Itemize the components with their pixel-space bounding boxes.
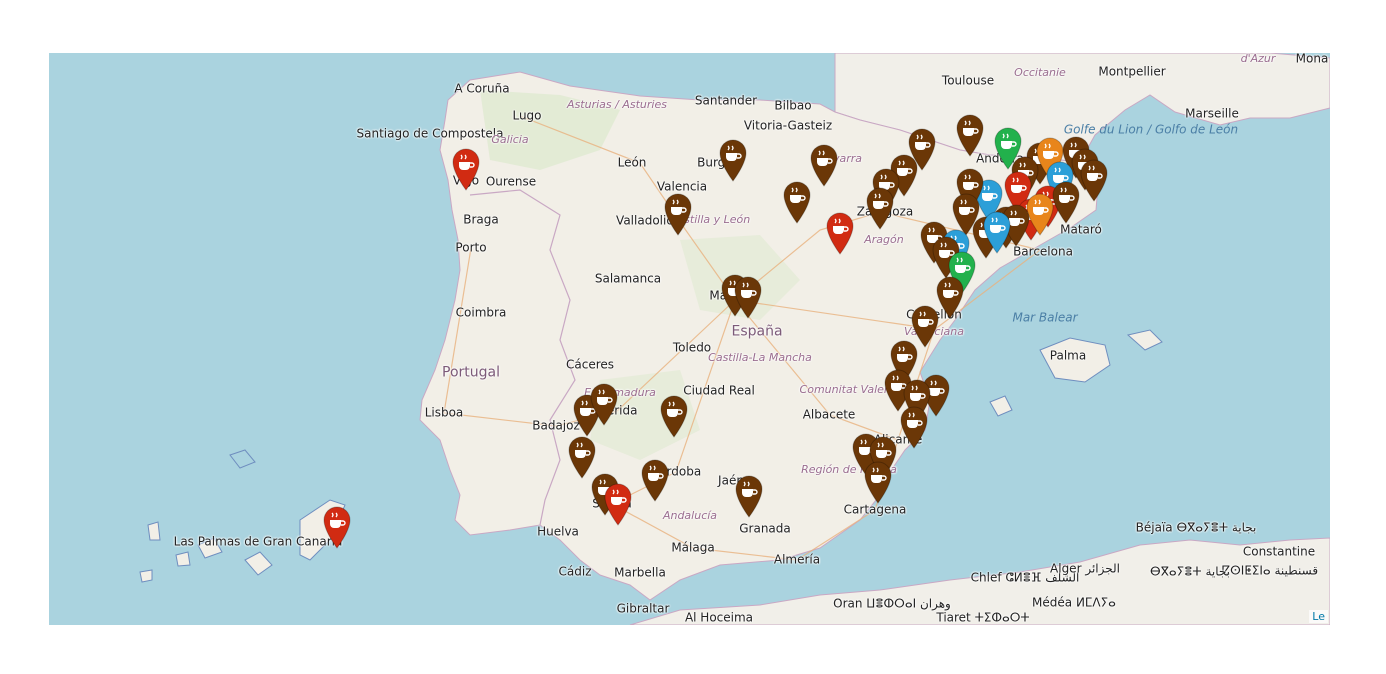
coffee-marker-icon[interactable]	[809, 143, 839, 187]
map-label: Montpellier	[1098, 64, 1166, 79]
coffee-marker-icon[interactable]	[955, 113, 985, 157]
map-label: Santiago de Compostela	[356, 126, 504, 141]
map-label: Alger الجزائر	[1050, 561, 1120, 576]
map-label: Asturias / Asturies	[567, 97, 667, 111]
map-label: León	[617, 155, 647, 170]
map-label: ⵇⵙⵏⵟⵉⵏⴰ قسنطينة	[1221, 563, 1319, 578]
coffee-marker-icon[interactable]	[663, 192, 693, 236]
map-label: Las Palmas de Gran Canaria	[173, 534, 343, 549]
coffee-marker-icon[interactable]	[640, 458, 670, 502]
coffee-marker-icon[interactable]	[825, 211, 855, 255]
map-label: d'Azur	[1240, 53, 1276, 65]
map-label: Cartagena	[843, 502, 907, 517]
map-label: Toulouse	[941, 73, 995, 88]
map-label: Portugal	[442, 364, 500, 381]
map-label: ⴱⴳⴰⵢⴻⵜ بجاية	[1150, 564, 1230, 579]
coffee-marker-icon[interactable]	[734, 474, 764, 518]
map-label: Béjaïa ⴱⴳⴰⵢⴻⵜ بجاية	[1135, 520, 1257, 535]
map-label: Vitoria-Gasteiz	[743, 118, 833, 133]
map-label: Almería	[773, 552, 821, 567]
map-label: Constantine	[1242, 544, 1316, 559]
coffee-marker-icon[interactable]	[1079, 158, 1109, 202]
coffee-marker-icon[interactable]	[1051, 180, 1081, 224]
map-label: Granada	[739, 521, 791, 536]
map-label: Mona	[1295, 53, 1329, 66]
map-label: Andalucía	[662, 508, 718, 522]
coffee-marker-icon[interactable]	[865, 186, 895, 230]
coffee-marker-icon[interactable]	[451, 147, 481, 191]
coffee-marker-icon[interactable]	[718, 138, 748, 182]
map-label: Lisboa	[424, 405, 464, 420]
map-label: Ciudad Real	[683, 383, 755, 398]
map-label: Porto	[455, 240, 487, 255]
map-label: Barcelona	[1013, 244, 1073, 259]
map-view[interactable]: Toulouse Occitanie Montpellier d'Azur Mona Ma…	[49, 53, 1330, 625]
map-label: Toledo	[672, 340, 712, 355]
coffee-marker-icon[interactable]	[782, 180, 812, 224]
map-label: Médéa ⵍⵎⴷⵢⴰ	[1032, 595, 1116, 610]
coffee-marker-icon[interactable]	[733, 275, 763, 319]
map-label: Cádiz	[558, 564, 592, 579]
map-label: Coimbra	[455, 305, 507, 320]
map-label: A Coruña	[454, 81, 510, 96]
map-label: Oran ⵡⴻⵀⵔⴰⵏ وهران	[833, 596, 951, 611]
attribution[interactable]: Le	[1309, 610, 1328, 623]
coffee-marker-icon[interactable]	[603, 482, 633, 526]
map-label: Marbella	[614, 565, 666, 580]
map-label: Santander	[694, 93, 758, 108]
coffee-marker-icon[interactable]	[659, 394, 689, 438]
coffee-marker-icon[interactable]	[863, 460, 893, 504]
map-label: Lugo	[512, 108, 542, 123]
map-label: Mataró	[1060, 222, 1102, 237]
map-label: Marseille	[1185, 106, 1239, 121]
coffee-marker-icon[interactable]	[982, 210, 1012, 254]
map-label: Mar Balear	[1012, 310, 1078, 325]
map-label: Castilla-La Mancha	[708, 350, 812, 364]
map-label: Gibraltar	[616, 601, 670, 616]
map-label: Palma	[1049, 348, 1087, 363]
map-label: Albacete	[802, 407, 856, 422]
map-label: Ourense	[485, 174, 537, 189]
map-label: Salamanca	[594, 271, 662, 286]
map-label: Cáceres	[565, 357, 615, 372]
map-label: Galicia	[491, 132, 529, 146]
coffee-marker-icon[interactable]	[899, 405, 929, 449]
map-label: Málaga	[671, 540, 715, 555]
map-label: España	[731, 323, 783, 340]
map-label: Al Hoceima	[684, 610, 754, 625]
coffee-marker-icon[interactable]	[589, 382, 619, 426]
coffee-marker-icon[interactable]	[322, 505, 352, 549]
map-label: Bilbao	[774, 98, 812, 113]
map-label: Huelva	[537, 524, 579, 539]
map-label: Aragón	[864, 232, 904, 246]
map-label: Braga	[463, 212, 499, 227]
map-label: Occitanie	[1014, 65, 1066, 79]
map-label: Tiaret ⵜⵉⵀⴰⵔⵜ	[936, 610, 1030, 625]
